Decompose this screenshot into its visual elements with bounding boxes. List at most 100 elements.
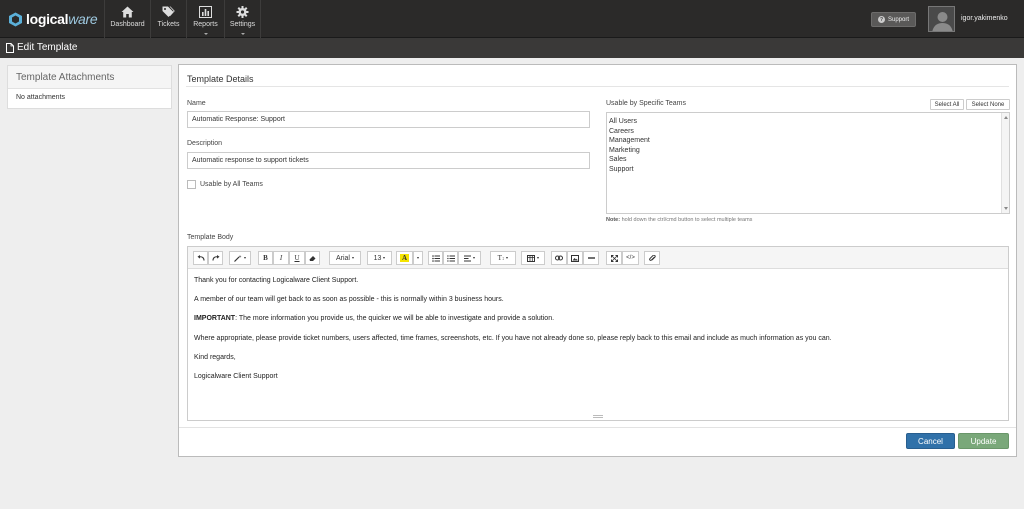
code-icon: </> bbox=[626, 255, 635, 261]
brand-logo[interactable]: logicalware bbox=[8, 9, 98, 29]
cancel-button[interactable]: Cancel bbox=[906, 433, 955, 449]
numbered-list-button[interactable] bbox=[443, 251, 458, 265]
chevron-down-icon bbox=[506, 257, 509, 259]
team-option-all-users[interactable]: All Users bbox=[609, 117, 650, 127]
table-icon bbox=[527, 254, 535, 262]
name-input[interactable]: Automatic Response: Support bbox=[187, 111, 590, 128]
attachments-panel: Template Attachments No attachments bbox=[7, 65, 172, 109]
text-height-icon: T↕ bbox=[497, 254, 505, 262]
gear-icon bbox=[236, 6, 249, 18]
support-button[interactable]: ? Support bbox=[871, 12, 916, 27]
nav-tickets[interactable]: Tickets bbox=[150, 0, 186, 38]
team-option-support[interactable]: Support bbox=[609, 165, 650, 175]
insert-link-button[interactable] bbox=[551, 251, 567, 265]
editor-toolbar: B I U Arial 13 A T↕ </> bbox=[188, 247, 1008, 269]
team-option-careers[interactable]: Careers bbox=[609, 127, 650, 137]
expand-icon bbox=[610, 254, 618, 262]
paperclip-icon bbox=[648, 254, 656, 262]
underline-button[interactable]: U bbox=[289, 251, 305, 265]
chevron-down-icon bbox=[417, 257, 419, 259]
page-header: Edit Template bbox=[0, 38, 1024, 58]
home-icon bbox=[121, 6, 134, 18]
scroll-up-icon bbox=[1004, 116, 1008, 119]
undo-icon bbox=[197, 255, 205, 261]
all-teams-checkbox[interactable] bbox=[187, 180, 196, 189]
settings-dropdown-icon bbox=[240, 33, 245, 35]
brand-name: logicalware bbox=[26, 11, 98, 27]
logo-hexagon-icon bbox=[8, 12, 23, 27]
body-paragraph: Thank you for contacting Logicalware Cli… bbox=[194, 277, 359, 284]
redo-button[interactable] bbox=[208, 251, 223, 265]
editor-content[interactable]: Thank you for contacting Logicalware Cli… bbox=[194, 277, 1000, 392]
all-teams-label: Usable by All Teams bbox=[200, 181, 263, 188]
select-none-button[interactable]: Select None bbox=[966, 99, 1010, 110]
update-button[interactable]: Update bbox=[958, 433, 1009, 449]
code-view-button[interactable]: </> bbox=[622, 251, 639, 265]
nav-tickets-label: Tickets bbox=[157, 21, 180, 28]
insert-image-button[interactable] bbox=[567, 251, 583, 265]
team-option-sales[interactable]: Sales bbox=[609, 155, 650, 165]
body-paragraph: Logicalware Client Support bbox=[194, 372, 278, 380]
redo-icon bbox=[211, 255, 220, 261]
magic-wand-icon bbox=[234, 254, 242, 262]
description-input[interactable]: Automatic response to support tickets bbox=[187, 152, 590, 169]
help-button[interactable] bbox=[644, 251, 660, 265]
description-label: Description bbox=[187, 140, 223, 147]
teams-list: All Users Careers Management Marketing S… bbox=[609, 117, 650, 175]
font-family-value: Arial bbox=[335, 254, 350, 262]
text-color-button[interactable]: A bbox=[396, 251, 413, 265]
highlight-a-icon: A bbox=[399, 254, 410, 262]
username[interactable]: igor.yakimenko bbox=[961, 15, 1008, 22]
document-icon bbox=[6, 43, 14, 53]
minus-icon bbox=[587, 257, 595, 259]
body-paragraph: Kind regards, bbox=[194, 353, 236, 361]
details-title: Template Details bbox=[187, 74, 254, 84]
clear-format-dropdown[interactable] bbox=[229, 251, 251, 265]
chevron-down-icon bbox=[383, 257, 386, 259]
nav-reports[interactable]: Reports bbox=[186, 0, 224, 38]
text-style-dropdown[interactable]: T↕ bbox=[490, 251, 516, 265]
top-navbar: logicalware Dashboard Tickets Reports Se… bbox=[0, 0, 1024, 38]
undo-button[interactable] bbox=[193, 251, 208, 265]
link-icon bbox=[555, 255, 563, 261]
important-label: IMPORTANT bbox=[194, 315, 236, 323]
font-size-value: 13 bbox=[373, 254, 382, 262]
teams-note: Note: hold down the ctrl/cmd button to s… bbox=[606, 217, 753, 223]
bold-button[interactable]: B bbox=[258, 251, 273, 265]
reports-dropdown-icon bbox=[203, 33, 208, 35]
support-label: Support bbox=[887, 16, 909, 23]
avatar[interactable] bbox=[928, 6, 955, 32]
main-nav: Dashboard Tickets Reports Settings bbox=[104, 0, 261, 38]
body-paragraph: IMPORTANT: The more information you prov… bbox=[194, 315, 555, 323]
tags-icon bbox=[162, 6, 175, 18]
team-option-management[interactable]: Management bbox=[609, 136, 650, 146]
italic-button[interactable]: I bbox=[273, 251, 289, 265]
attachments-empty-text: No attachments bbox=[16, 94, 66, 101]
font-size-dropdown[interactable]: 13 bbox=[367, 251, 392, 265]
font-family-dropdown[interactable]: Arial bbox=[329, 251, 361, 265]
divider bbox=[186, 86, 1009, 87]
template-details-panel: Template Details Name Automatic Response… bbox=[178, 64, 1017, 457]
paragraph-align-dropdown[interactable] bbox=[458, 251, 481, 265]
fullscreen-button[interactable] bbox=[606, 251, 622, 265]
bullet-list-button[interactable] bbox=[428, 251, 443, 265]
eraser-button[interactable] bbox=[305, 251, 320, 265]
table-dropdown[interactable] bbox=[521, 251, 545, 265]
body-paragraph: A member of our team will get back to as… bbox=[194, 296, 504, 304]
chevron-down-icon bbox=[473, 257, 475, 259]
attachments-title: Template Attachments bbox=[8, 66, 171, 89]
horizontal-rule-button[interactable] bbox=[583, 251, 599, 265]
editor-resize-handle[interactable] bbox=[593, 415, 603, 418]
select-all-button[interactable]: Select All bbox=[930, 99, 964, 110]
nav-reports-label: Reports bbox=[193, 21, 218, 28]
page-title: Edit Template bbox=[17, 42, 78, 53]
nav-settings[interactable]: Settings bbox=[224, 0, 261, 38]
text-color-dropdown[interactable] bbox=[413, 251, 423, 265]
name-label: Name bbox=[187, 100, 206, 107]
nav-dashboard[interactable]: Dashboard bbox=[104, 0, 150, 38]
chevron-down-icon bbox=[244, 257, 246, 259]
teams-multiselect[interactable]: All Users Careers Management Marketing S… bbox=[606, 112, 1010, 214]
teams-scrollbar[interactable] bbox=[1001, 113, 1009, 213]
team-option-marketing[interactable]: Marketing bbox=[609, 146, 650, 156]
numbered-list-icon bbox=[446, 254, 455, 262]
